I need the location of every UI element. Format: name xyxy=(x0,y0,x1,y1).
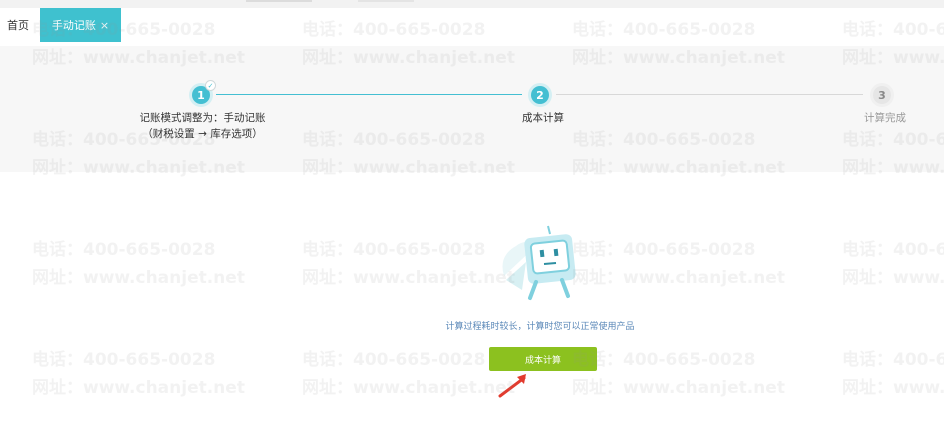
step-connector-done xyxy=(216,94,522,95)
watermark: 电话：400-665-0028 网址：www.chanjet.net xyxy=(32,240,245,288)
watermark: 电话：400-665-0028 网址：www.chanjet.net xyxy=(302,350,515,398)
tab-home[interactable]: 首页 xyxy=(0,8,36,42)
watermark: 电话：400-665-0028 网址：www.chanjet.net xyxy=(572,240,785,288)
step-number: 2 xyxy=(536,88,544,102)
steps-panel xyxy=(0,46,944,172)
step-1-circle: 1 ✓ xyxy=(192,80,216,104)
check-icon: ✓ xyxy=(205,80,216,91)
tab-label: 手动记账 xyxy=(51,19,96,32)
step-1-line2: （财税设置 → 库存选项） xyxy=(142,128,263,140)
watermark: 电话：400-665-0028 网址：www.chanjet.net xyxy=(572,350,785,398)
tab-manual-accounting[interactable]: 手动记账 × xyxy=(40,8,121,42)
watermark: 电话：400-665-0028 网址：www.chanjet.net xyxy=(842,240,944,288)
step-1-label: 记账模式调整为：手动记账 （财税设置 → 库存选项） xyxy=(120,110,285,142)
robot-illustration xyxy=(502,225,576,300)
step-connector-pending xyxy=(556,94,863,95)
watermark: 电话：400-665-0028 网址：www.chanjet.net xyxy=(302,240,515,288)
watermark: 电话：400-665-0028 网址：www.chanjet.net xyxy=(32,350,245,398)
step-2-circle: 2 xyxy=(531,86,549,104)
red-arrow-annotation xyxy=(498,374,526,398)
top-strip-marker xyxy=(246,0,312,2)
step-number: 3 xyxy=(878,88,886,102)
step-2-label: 成本计算 xyxy=(522,112,564,124)
step-1-line1: 记账模式调整为：手动记账 xyxy=(139,112,266,124)
top-strip-marker xyxy=(358,0,414,2)
calculation-hint: 计算过程耗时较长，计算时您可以正常使用产品 xyxy=(445,322,635,332)
step-number: 1 xyxy=(197,88,205,102)
step-3-circle: 3 xyxy=(873,86,891,104)
step-3-label: 计算完成 xyxy=(864,112,906,124)
watermark: 电话：400-665-0028 网址：www.chanjet.net xyxy=(842,350,944,398)
close-icon[interactable]: × xyxy=(100,19,109,32)
cost-calculation-button[interactable]: 成本计算 xyxy=(489,347,597,371)
tab-bar: 首页 手动记账 × xyxy=(0,8,944,42)
